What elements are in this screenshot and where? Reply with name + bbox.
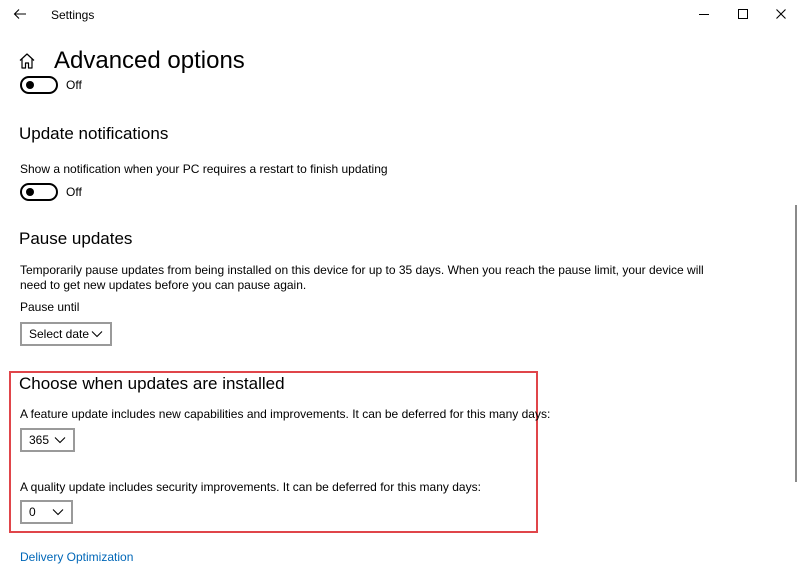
close-button[interactable] [764, 2, 798, 26]
pause-until-select[interactable]: Select date [20, 322, 112, 346]
feature-update-label: A feature update includes new capabiliti… [20, 407, 551, 421]
back-arrow-icon [13, 9, 26, 19]
update-notifications-toggle[interactable] [20, 183, 58, 201]
feature-update-defer-select[interactable]: 365 [20, 428, 75, 452]
quality-update-defer-select[interactable]: 0 [20, 500, 73, 524]
update-notifications-heading: Update notifications [19, 124, 169, 143]
top-toggle-state: Off [66, 78, 82, 92]
delivery-optimization-link[interactable]: Delivery Optimization [20, 550, 133, 564]
quality-update-label: A quality update includes security impro… [20, 480, 481, 494]
toggle-knob [26, 81, 34, 89]
feature-update-defer-value: 365 [29, 433, 50, 447]
pause-updates-description-line1: Temporarily pause updates from being ins… [20, 263, 704, 277]
update-notifications-description: Show a notification when your PC require… [20, 162, 388, 176]
quality-update-defer-value: 0 [29, 505, 36, 519]
page-header: Advanced options [18, 44, 245, 78]
highlight-box [9, 371, 538, 533]
pause-updates-description-line2: need to get new updates before you can p… [20, 278, 307, 292]
home-icon [19, 53, 35, 69]
choose-when-installed-heading: Choose when updates are installed [19, 374, 285, 393]
chevron-down-icon [54, 437, 66, 444]
back-button[interactable] [8, 3, 32, 25]
update-notifications-toggle-state: Off [66, 185, 82, 199]
chevron-down-icon [52, 509, 64, 516]
top-toggle-switch[interactable] [20, 76, 58, 94]
maximize-button[interactable] [726, 2, 760, 26]
home-button[interactable] [18, 51, 38, 71]
toggle-knob [26, 188, 34, 196]
chevron-down-icon [91, 331, 103, 338]
app-title: Settings [51, 8, 95, 22]
scrollbar[interactable] [795, 205, 797, 482]
minimize-button[interactable] [687, 2, 721, 26]
title-bar: Settings [0, 0, 800, 30]
page-title: Advanced options [54, 47, 245, 74]
pause-updates-heading: Pause updates [19, 229, 133, 248]
pause-until-label: Pause until [20, 300, 80, 314]
maximize-icon [738, 9, 748, 19]
minimize-icon [699, 14, 709, 15]
close-icon [776, 9, 786, 19]
pause-until-select-value: Select date [29, 327, 90, 341]
